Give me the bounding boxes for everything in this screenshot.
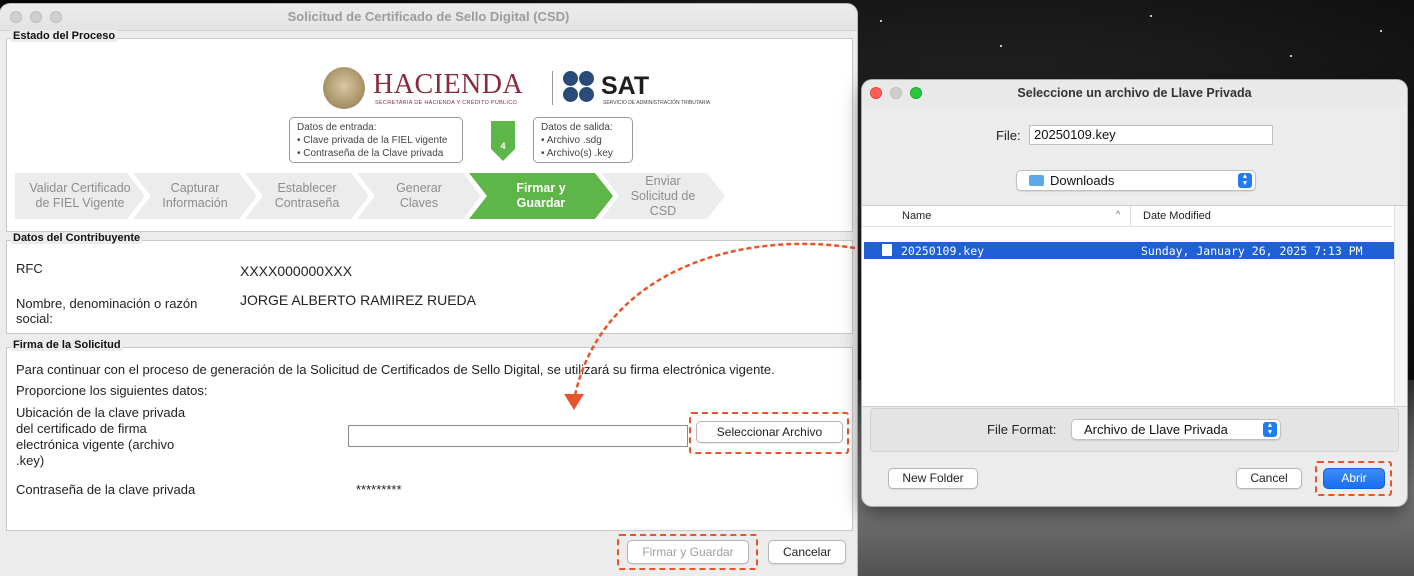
ubicacion-label: Ubicación de la clave privada del certif… bbox=[16, 405, 186, 468]
annotation-arrow bbox=[564, 242, 856, 410]
folder-icon bbox=[1029, 175, 1044, 186]
column-name-header[interactable]: Name bbox=[902, 210, 931, 222]
sat-dots-icon bbox=[563, 71, 597, 105]
datos-entrada-box: Datos de entrada: • Clave privada de la … bbox=[289, 117, 463, 163]
file-format-value: Archivo de Llave Privada bbox=[1084, 422, 1228, 437]
nombre-label: Nombre, denominación o razón social: bbox=[16, 296, 198, 326]
datos-salida-title: Datos de salida: bbox=[541, 122, 613, 133]
step-capturar-informacion: Capturar Información bbox=[133, 173, 257, 219]
chevron-updown-icon: ▲ ▼ bbox=[1238, 173, 1252, 188]
star bbox=[880, 20, 882, 22]
step-firmar-guardar: Firmar y Guardar bbox=[469, 173, 613, 219]
sort-ascending-icon: ^ bbox=[1116, 209, 1121, 219]
password-label: Contraseña de la clave privada bbox=[16, 482, 196, 497]
group-label: Datos del Contribuyente bbox=[11, 232, 143, 244]
mexico-shield-icon bbox=[323, 67, 365, 109]
sat-wordmark: SAT bbox=[601, 72, 650, 100]
hacienda-subtitle: SECRETARÍA DE HACIENDA Y CRÉDITO PÚBLICO bbox=[375, 100, 518, 106]
file-chooser-dialog: Seleccione un archivo de Llave Privada F… bbox=[862, 80, 1407, 506]
nombre-value: JORGE ALBERTO RAMIREZ RUEDA bbox=[240, 292, 476, 308]
cancelar-button[interactable]: Cancelar bbox=[768, 540, 846, 564]
dialog-title-bar: Seleccione un archivo de Llave Privada bbox=[862, 80, 1407, 106]
file-format-dropdown[interactable]: Archivo de Llave Privada ▲ ▼ bbox=[1071, 419, 1281, 440]
estado-proceso-group: Estado del Proceso HACIENDA SECRETARÍA D… bbox=[6, 30, 853, 232]
sat-logo: SAT SERVICIO DE ADMINISTRACIÓN TRIBUTARI… bbox=[563, 71, 713, 107]
cancel-button[interactable]: Cancel bbox=[1236, 468, 1302, 489]
vertical-scrollbar[interactable] bbox=[1394, 206, 1407, 406]
step-generar-claves: Generar Claves bbox=[357, 173, 481, 219]
sat-subtitle: SERVICIO DE ADMINISTRACIÓN TRIBUTARIA bbox=[603, 100, 711, 106]
rfc-label: RFC bbox=[16, 261, 43, 276]
file-row[interactable]: 20250109.key Sunday, January 26, 2025 7:… bbox=[864, 242, 1395, 259]
datos-salida-item: • Archivo .sdg bbox=[541, 135, 602, 146]
star bbox=[1380, 30, 1382, 32]
highlight-annotation bbox=[617, 534, 758, 570]
title-bar: Solicitud de Certificado de Sello Digita… bbox=[0, 4, 857, 31]
proporcione-text: Proporcione los siguientes datos: bbox=[16, 383, 208, 398]
datos-salida-item: • Archivo(s) .key bbox=[541, 148, 613, 159]
dialog-title: Seleccione un archivo de Llave Privada bbox=[1017, 86, 1252, 100]
highlight-annotation bbox=[1315, 461, 1392, 496]
datos-salida-box: Datos de salida: • Archivo .sdg • Archiv… bbox=[533, 117, 633, 163]
step-validar-certificado: Validar Certificado de FIEL Vigente bbox=[15, 173, 145, 219]
file-list[interactable]: Name ^ Date Modified 20250109.key Sunday… bbox=[862, 205, 1407, 407]
hacienda-logo: HACIENDA SECRETARÍA DE HACIENDA Y CRÉDIT… bbox=[323, 67, 543, 111]
star bbox=[1000, 45, 1002, 47]
step-enviar-solicitud: Enviar Solicitud de CSD bbox=[601, 173, 725, 219]
file-row-date: Sunday, January 26, 2025 7:13 PM bbox=[1141, 244, 1363, 258]
process-steps: Validar Certificado de FIEL Vigente Captu… bbox=[15, 173, 725, 219]
file-format-bar: File Format: Archivo de Llave Privada ▲ ▼ bbox=[870, 408, 1399, 452]
star bbox=[1290, 55, 1292, 57]
datos-entrada-item: • Clave privada de la FIEL vigente bbox=[297, 135, 448, 146]
rfc-value: XXXX000000XXX bbox=[240, 263, 353, 279]
column-date-header[interactable]: Date Modified bbox=[1143, 210, 1211, 222]
datos-entrada-item: • Contraseña de la Clave privada bbox=[297, 148, 444, 159]
password-field[interactable]: ********* bbox=[356, 482, 402, 497]
datos-entrada-title: Datos de entrada: bbox=[297, 122, 377, 133]
star bbox=[1150, 15, 1152, 17]
step-establecer-contrasena: Establecer Contraseña bbox=[245, 173, 369, 219]
chevron-updown-icon: ▲ ▼ bbox=[1263, 422, 1277, 437]
step-number-badge: 4 bbox=[491, 121, 515, 161]
group-label: Firma de la Solicitud bbox=[11, 339, 123, 351]
file-name-input[interactable]: 20250109.key bbox=[1029, 125, 1273, 145]
new-folder-button[interactable]: New Folder bbox=[888, 468, 978, 489]
group-label: Estado del Proceso bbox=[11, 30, 118, 42]
file-format-label: File Format: bbox=[987, 422, 1057, 437]
logo-divider bbox=[552, 71, 553, 105]
file-label: File: bbox=[996, 128, 1021, 143]
step-number: 4 bbox=[500, 141, 505, 151]
window-title: Solicitud de Certificado de Sello Digita… bbox=[287, 9, 570, 24]
location-dropdown[interactable]: Downloads ▲ ▼ bbox=[1016, 170, 1256, 191]
location-value: Downloads bbox=[1050, 173, 1115, 188]
file-list-header: Name ^ Date Modified bbox=[862, 206, 1392, 227]
clave-privada-path-input[interactable] bbox=[348, 425, 688, 447]
document-icon bbox=[882, 244, 892, 256]
hacienda-wordmark: HACIENDA bbox=[373, 69, 524, 100]
file-row-name: 20250109.key bbox=[901, 244, 985, 258]
